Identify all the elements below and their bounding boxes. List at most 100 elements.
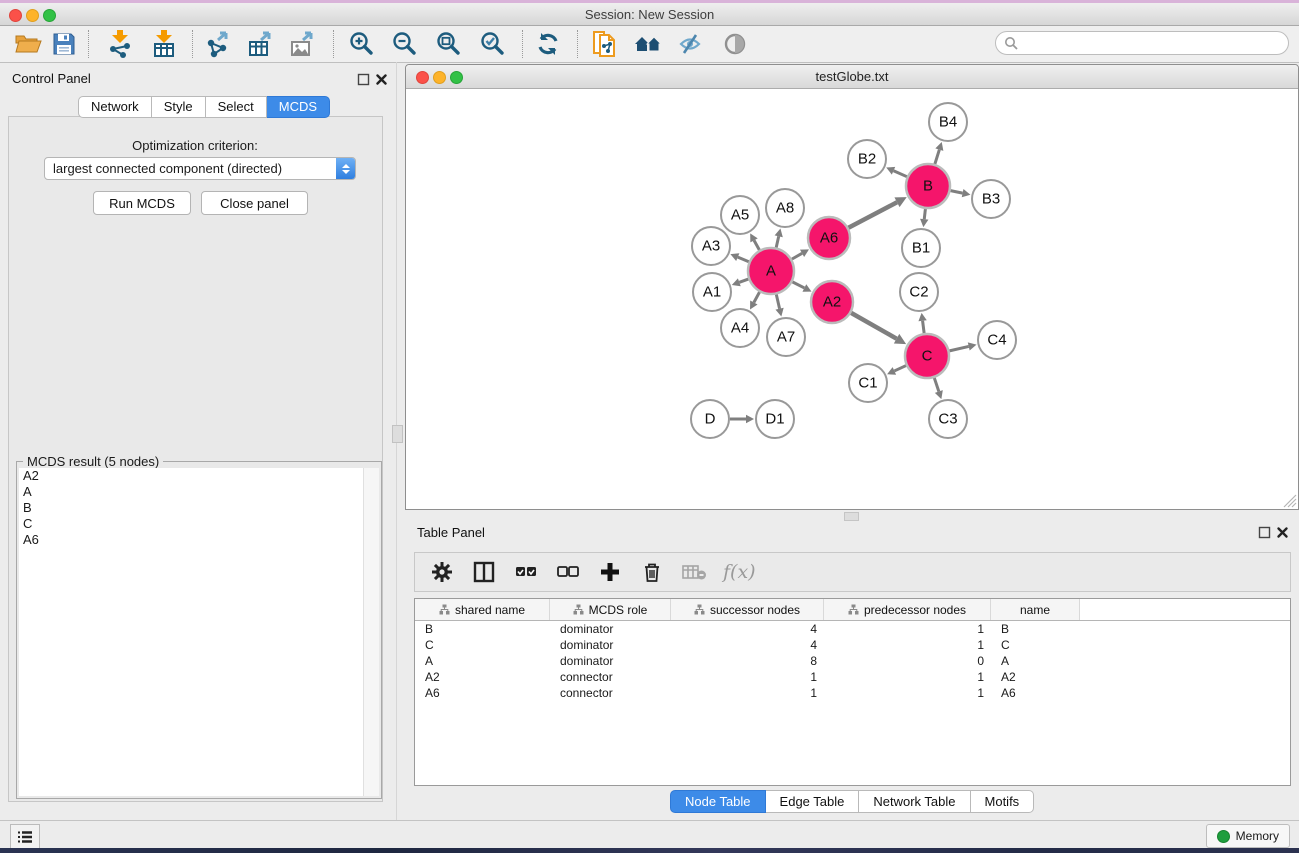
toolbar-separator bbox=[522, 30, 523, 58]
attribute-tree-icon bbox=[439, 604, 450, 615]
memory-button[interactable]: Memory bbox=[1206, 824, 1290, 848]
column-header-predecessor-nodes[interactable]: predecessor nodes bbox=[824, 599, 991, 620]
node-label-D1: D1 bbox=[765, 411, 784, 428]
table-settings-button[interactable] bbox=[429, 559, 455, 585]
arrowhead-icon bbox=[962, 189, 971, 197]
table-row[interactable]: A6connector11A6 bbox=[415, 685, 1290, 701]
open-session-button[interactable] bbox=[12, 29, 44, 59]
mcds-result-item[interactable]: A2 bbox=[19, 468, 365, 484]
open-folder-icon bbox=[14, 32, 42, 56]
delete-table-button[interactable] bbox=[681, 559, 707, 585]
show-columns-button[interactable] bbox=[471, 559, 497, 585]
edge-C-C1[interactable] bbox=[894, 366, 906, 371]
zoom-fit-icon bbox=[435, 31, 461, 57]
deselect-all-icon bbox=[556, 563, 580, 581]
edge-A-A7[interactable] bbox=[776, 294, 779, 308]
app-window: Session: New Session bbox=[0, 0, 1299, 853]
import-network-button[interactable] bbox=[104, 29, 136, 59]
task-history-button[interactable] bbox=[10, 824, 40, 850]
table-panel-close-button[interactable] bbox=[1276, 526, 1289, 539]
task-list-icon bbox=[17, 830, 33, 844]
select-all-button[interactable] bbox=[513, 559, 539, 585]
arrowhead-icon bbox=[920, 219, 928, 227]
horizontal-splitter-grip[interactable] bbox=[844, 512, 859, 521]
column-header-MCDS-role[interactable]: MCDS role bbox=[550, 599, 671, 620]
tab-style[interactable]: Style bbox=[152, 96, 206, 118]
edge-A6-B[interactable] bbox=[848, 202, 897, 227]
mcds-result-item[interactable]: A6 bbox=[19, 532, 365, 548]
zoom-out-button[interactable] bbox=[388, 29, 420, 59]
export-table-icon bbox=[247, 30, 275, 58]
edge-C-C3[interactable] bbox=[934, 378, 939, 392]
edge-B-B2[interactable] bbox=[894, 171, 907, 177]
hide-graphics-details-button[interactable] bbox=[674, 29, 706, 59]
edge-C-C4[interactable] bbox=[949, 346, 968, 350]
column-header-name[interactable]: name bbox=[991, 599, 1080, 620]
close-panel-button[interactable]: Close panel bbox=[201, 191, 308, 215]
deselect-all-button[interactable] bbox=[555, 559, 581, 585]
edge-A-A8[interactable] bbox=[776, 236, 779, 247]
criterion-dropdown[interactable]: largest connected component (directed) bbox=[44, 157, 356, 180]
save-session-button[interactable] bbox=[48, 29, 80, 59]
table-tab-node-table[interactable]: Node Table bbox=[670, 790, 766, 813]
network-canvas[interactable]: AA1A3A5A8A4A7A6A2BB1B2B3B4CC1C2C3C4DD1 bbox=[406, 88, 1298, 509]
delete-column-button[interactable] bbox=[639, 559, 665, 585]
run-mcds-button[interactable]: Run MCDS bbox=[93, 191, 191, 215]
show-graphics-details-button[interactable] bbox=[719, 29, 751, 59]
table-tab-edge-table[interactable]: Edge Table bbox=[766, 790, 860, 813]
table-row[interactable]: Adominator80A bbox=[415, 653, 1290, 669]
edge-B-B3[interactable] bbox=[951, 191, 963, 193]
zoom-in-button[interactable] bbox=[345, 29, 377, 59]
mcds-result-item[interactable]: C bbox=[19, 516, 365, 532]
edge-A-A5[interactable] bbox=[754, 240, 759, 250]
toolbar-separator bbox=[88, 30, 89, 58]
mcds-result-item[interactable]: B bbox=[19, 500, 365, 516]
zoom-fit-button[interactable] bbox=[432, 29, 464, 59]
edge-C-C2[interactable] bbox=[923, 321, 925, 333]
export-table-button[interactable] bbox=[245, 29, 277, 59]
tab-select[interactable]: Select bbox=[206, 96, 267, 118]
node-label-C4: C4 bbox=[987, 332, 1006, 349]
tab-mcds[interactable]: MCDS bbox=[267, 96, 330, 118]
panel-splitter-grip[interactable] bbox=[392, 425, 403, 443]
export-network-button[interactable] bbox=[203, 29, 235, 59]
export-image-button[interactable] bbox=[287, 29, 319, 59]
zoom-selected-button[interactable] bbox=[476, 29, 508, 59]
control-panel-float-button[interactable] bbox=[357, 73, 370, 86]
control-panel-close-button[interactable] bbox=[375, 73, 388, 86]
column-header-shared-name[interactable]: shared name bbox=[415, 599, 550, 620]
table-tab-network-table[interactable]: Network Table bbox=[859, 790, 970, 813]
tab-network[interactable]: Network bbox=[78, 96, 152, 118]
add-column-button[interactable] bbox=[597, 559, 623, 585]
node-label-D: D bbox=[705, 411, 716, 428]
mcds-result-list[interactable]: A2ABCA6 bbox=[19, 468, 366, 796]
table-row[interactable]: Cdominator41C bbox=[415, 637, 1290, 653]
cell-successor_nodes: 4 bbox=[671, 637, 824, 653]
edge-A-A2[interactable] bbox=[792, 282, 804, 288]
node-label-C: C bbox=[922, 348, 933, 365]
edge-A-A3[interactable] bbox=[738, 257, 749, 262]
attribute-tree-icon bbox=[694, 604, 705, 615]
function-builder-button[interactable]: f(x) bbox=[723, 561, 756, 583]
home-view-button[interactable] bbox=[632, 29, 664, 59]
zoom-in-icon bbox=[348, 31, 374, 57]
search-input[interactable] bbox=[995, 31, 1289, 55]
mcds-result-scrollbar[interactable] bbox=[363, 468, 379, 796]
edge-A-A4[interactable] bbox=[754, 292, 760, 302]
table-row[interactable]: Bdominator41B bbox=[415, 621, 1290, 637]
clone-network-button[interactable] bbox=[589, 29, 621, 59]
window-resize-grip[interactable] bbox=[1283, 494, 1297, 508]
table-row[interactable]: A2connector11A2 bbox=[415, 669, 1290, 685]
edge-A2-C[interactable] bbox=[851, 313, 896, 339]
dropdown-stepper-icon bbox=[336, 158, 355, 179]
mcds-result-item[interactable]: A bbox=[19, 484, 365, 500]
column-header-successor-nodes[interactable]: successor nodes bbox=[671, 599, 824, 620]
refresh-button[interactable] bbox=[532, 29, 564, 59]
edge-B-B1[interactable] bbox=[924, 209, 925, 219]
import-table-button[interactable] bbox=[148, 29, 180, 59]
edge-B-B4[interactable] bbox=[935, 150, 939, 164]
table-tab-motifs[interactable]: Motifs bbox=[971, 790, 1035, 813]
table-panel-float-button[interactable] bbox=[1258, 526, 1271, 539]
edge-A-A1[interactable] bbox=[739, 279, 748, 282]
edge-A-A6[interactable] bbox=[792, 253, 802, 259]
